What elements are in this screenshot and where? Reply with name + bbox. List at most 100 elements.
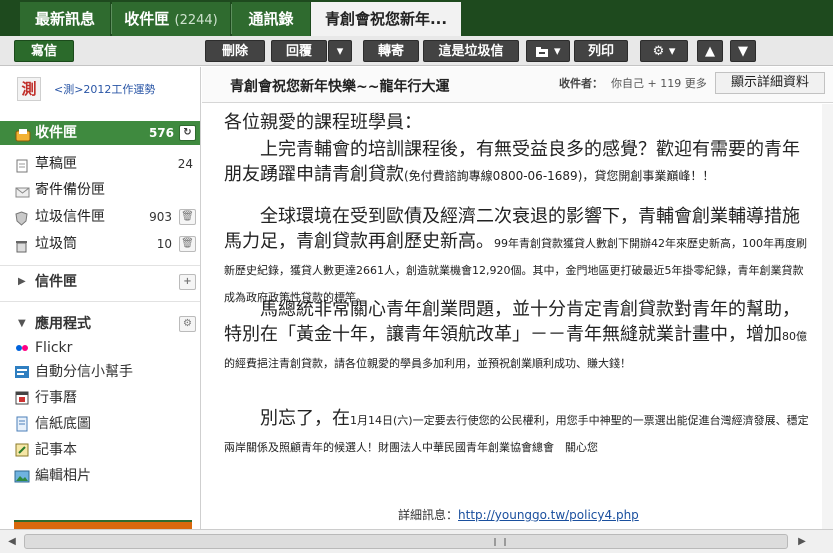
caret-down-icon: ▼	[18, 318, 26, 329]
paragraph-4-text: 別忘了，在	[260, 408, 350, 429]
show-details-button[interactable]: 顯示詳細資料	[715, 72, 825, 94]
greeting: 各位親愛的課程班學員：	[224, 112, 422, 133]
paragraph-1: 上完青輔會的培訓課程後，有無受益良多的感覺？歡迎有需要的青年朋友踴躍申請青創貸款…	[224, 137, 814, 189]
app-label: 自動分信小幫手	[35, 364, 133, 380]
detail-label: 詳細訊息：	[398, 508, 459, 522]
tab-contacts-label: 通訊錄	[248, 10, 294, 28]
recipient-label: 收件者：	[559, 77, 603, 90]
reply-options-button[interactable]: ▾	[328, 40, 352, 62]
paragraph-2: 全球環境在受到歐債及經濟二次衰退的影響下，青輔會創業輔導措施馬力足，青創貸款再創…	[224, 204, 814, 310]
detail-link[interactable]: http://younggo.tw/policy4.php	[458, 508, 639, 522]
notepad-icon	[14, 442, 30, 458]
section-divider	[0, 265, 200, 266]
sidebar-item-label: 寄件備份匣	[35, 182, 105, 198]
print-button[interactable]: 列印	[574, 40, 628, 62]
gear-icon[interactable]: ⚙	[179, 316, 196, 332]
detail-info: 詳細訊息：http://younggo.tw/policy4.php	[398, 506, 639, 523]
folder-count: 903	[149, 210, 172, 224]
trash-small-icon[interactable]: 🗑	[179, 236, 196, 252]
caret-right-icon: ▶	[18, 276, 26, 287]
sidebar-item-label: 垃圾信件匣	[35, 209, 105, 225]
sidebar-item-inbox[interactable]: 收件匣 576 ↻	[0, 121, 200, 145]
forward-button[interactable]: 轉寄	[363, 40, 419, 62]
paragraph-4: 別忘了，在1月14日(六)一定要去行使您的公民權利，用您手中神聖的一票選出能促進…	[224, 406, 814, 460]
scroll-right-icon[interactable]: ▶	[794, 534, 810, 550]
add-folder-icon[interactable]: +	[179, 274, 196, 290]
forward-label: 轉寄	[377, 44, 404, 59]
sidebar-item-label: 草稿匣	[35, 156, 77, 172]
reply-label: 回覆	[285, 44, 312, 59]
section-apps[interactable]: ▼ 應用程式 ⚙	[0, 312, 200, 336]
tab-news[interactable]: 最新訊息	[20, 2, 110, 36]
spam-shield-icon	[15, 210, 28, 234]
folder-count: 576	[148, 126, 174, 140]
paragraph-3: 馬總統非常關心青年創業問題，並十分肯定青創貸款對青年的幫助，特別在「黃金十年，讓…	[224, 297, 814, 376]
delete-label: 刪除	[221, 44, 248, 59]
move-to-button[interactable]: ▾	[526, 40, 570, 62]
flickr-icon	[14, 340, 30, 356]
scroll-thumb[interactable]	[24, 534, 788, 549]
sidebar-item-label: 收件匣	[35, 125, 77, 141]
calendar-icon	[14, 390, 30, 406]
tab-current-message[interactable]: 青創會祝您新年...	[311, 2, 461, 36]
print-label: 列印	[587, 44, 614, 59]
app-stationery[interactable]: 信紙底圖	[0, 412, 200, 436]
compose-label: 寫信	[30, 44, 57, 59]
app-label: 編輯相片	[35, 468, 91, 484]
sent-icon	[15, 183, 30, 207]
app-flickr[interactable]: Flickr	[0, 336, 200, 360]
app-auto-sort[interactable]: 自動分信小幫手	[0, 360, 200, 384]
tab-contacts[interactable]: 通訊錄	[232, 2, 310, 36]
gear-icon: ⚙	[652, 44, 665, 59]
app-photo-edit[interactable]: 編輯相片	[0, 464, 200, 488]
recipient-value[interactable]: 你自己 + 119 更多	[611, 75, 707, 91]
top-tab-bar: 最新訊息 收件匣 (2244) 通訊錄 青創會祝您新年...	[0, 0, 833, 36]
tab-inbox[interactable]: 收件匣 (2244)	[112, 2, 230, 36]
message-subject: 青創會祝您新年快樂~~龍年行大運	[230, 79, 450, 95]
previous-message-button[interactable]: ▲	[697, 40, 723, 62]
settings-button[interactable]: ⚙ ▾	[640, 40, 688, 62]
section-mail-folders[interactable]: ▶ 信件匣 +	[0, 270, 200, 294]
horizontal-scrollbar[interactable]: ◀ ▶	[0, 529, 833, 553]
sidebar-item-trash[interactable]: 垃圾筒 10 🗑	[0, 232, 200, 256]
toolbar: 寫信 刪除 回覆 ▾ 轉寄 這是垃圾信 ▾ 列印 ⚙ ▾ ▲ ▼	[0, 36, 833, 66]
scroll-grip-icon	[494, 538, 506, 546]
folder-count: 24	[177, 157, 193, 171]
inbox-icon	[15, 126, 31, 150]
folder-count: 10	[156, 237, 172, 251]
message-header: 青創會祝您新年快樂~~龍年行大運 收件者： 你自己 + 119 更多 顯示詳細資…	[202, 67, 833, 103]
trash-small-icon[interactable]: 🗑	[179, 209, 196, 225]
sidebar: 測 <測>2012工作運勢 收件匣 576 ↻ 草稿匣 24 寄件備份匣 垃圾信…	[0, 67, 201, 529]
avatar: 測	[17, 77, 41, 101]
tab-inbox-count: (2244)	[174, 13, 218, 28]
next-message-button[interactable]: ▼	[730, 40, 756, 62]
app-label: 記事本	[35, 442, 77, 458]
delete-button[interactable]: 刪除	[205, 40, 265, 62]
sidebar-item-spam[interactable]: 垃圾信件匣 903 🗑	[0, 205, 200, 229]
arrow-up-icon: ▲	[705, 44, 715, 59]
paragraph-1-end: ，貸您開創事業巔峰！！	[582, 169, 715, 183]
profile-name[interactable]: <測>2012工作運勢	[54, 81, 155, 97]
tab-inbox-label: 收件匣	[124, 10, 170, 28]
compose-button[interactable]: 寫信	[14, 40, 74, 62]
sidebar-item-sent[interactable]: 寄件備份匣	[0, 178, 200, 202]
folder-move-icon	[535, 44, 554, 59]
sidebar-item-drafts[interactable]: 草稿匣 24	[0, 152, 200, 176]
app-notepad[interactable]: 記事本	[0, 438, 200, 462]
scroll-left-icon[interactable]: ◀	[4, 534, 20, 550]
vertical-scrollbar[interactable]	[822, 104, 833, 529]
sidebar-promo-bar[interactable]	[14, 520, 192, 529]
reply-button[interactable]: 回覆	[271, 40, 327, 62]
arrow-down-icon: ▼	[738, 44, 748, 59]
section-label: 信件匣	[35, 274, 77, 290]
app-calendar[interactable]: 行事曆	[0, 386, 200, 410]
spam-button[interactable]: 這是垃圾信	[423, 40, 519, 62]
stationery-icon	[14, 416, 30, 432]
chevron-down-icon: ▾	[554, 44, 561, 59]
profile[interactable]: 測 <測>2012工作運勢	[0, 67, 200, 115]
auto-sort-icon	[14, 364, 30, 380]
spam-label: 這是垃圾信	[438, 44, 504, 59]
section-divider	[0, 301, 200, 302]
sidebar-item-label: 垃圾筒	[35, 236, 77, 252]
refresh-icon[interactable]: ↻	[179, 125, 196, 141]
